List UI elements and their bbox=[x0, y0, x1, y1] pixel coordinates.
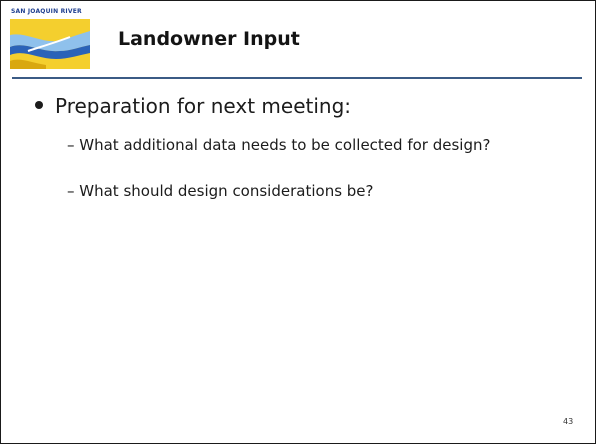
river-logo-graphic bbox=[10, 7, 90, 69]
sub-bullet-1: – What additional data needs to be colle… bbox=[67, 136, 491, 154]
title-divider bbox=[12, 77, 582, 79]
logo-text: SAN JOAQUIN RIVER bbox=[11, 8, 82, 15]
page-number: 43 bbox=[563, 417, 574, 426]
slide: SAN JOAQUIN RIVER Landowner Input Prepar… bbox=[0, 0, 596, 444]
main-bullet: Preparation for next meeting: bbox=[35, 94, 351, 118]
river-logo: SAN JOAQUIN RIVER bbox=[10, 7, 90, 69]
slide-title: Landowner Input bbox=[118, 28, 300, 50]
bullet-dot-icon bbox=[35, 101, 43, 109]
sub-bullet-2: – What should design considerations be? bbox=[67, 182, 374, 200]
main-bullet-text: Preparation for next meeting: bbox=[55, 94, 352, 118]
